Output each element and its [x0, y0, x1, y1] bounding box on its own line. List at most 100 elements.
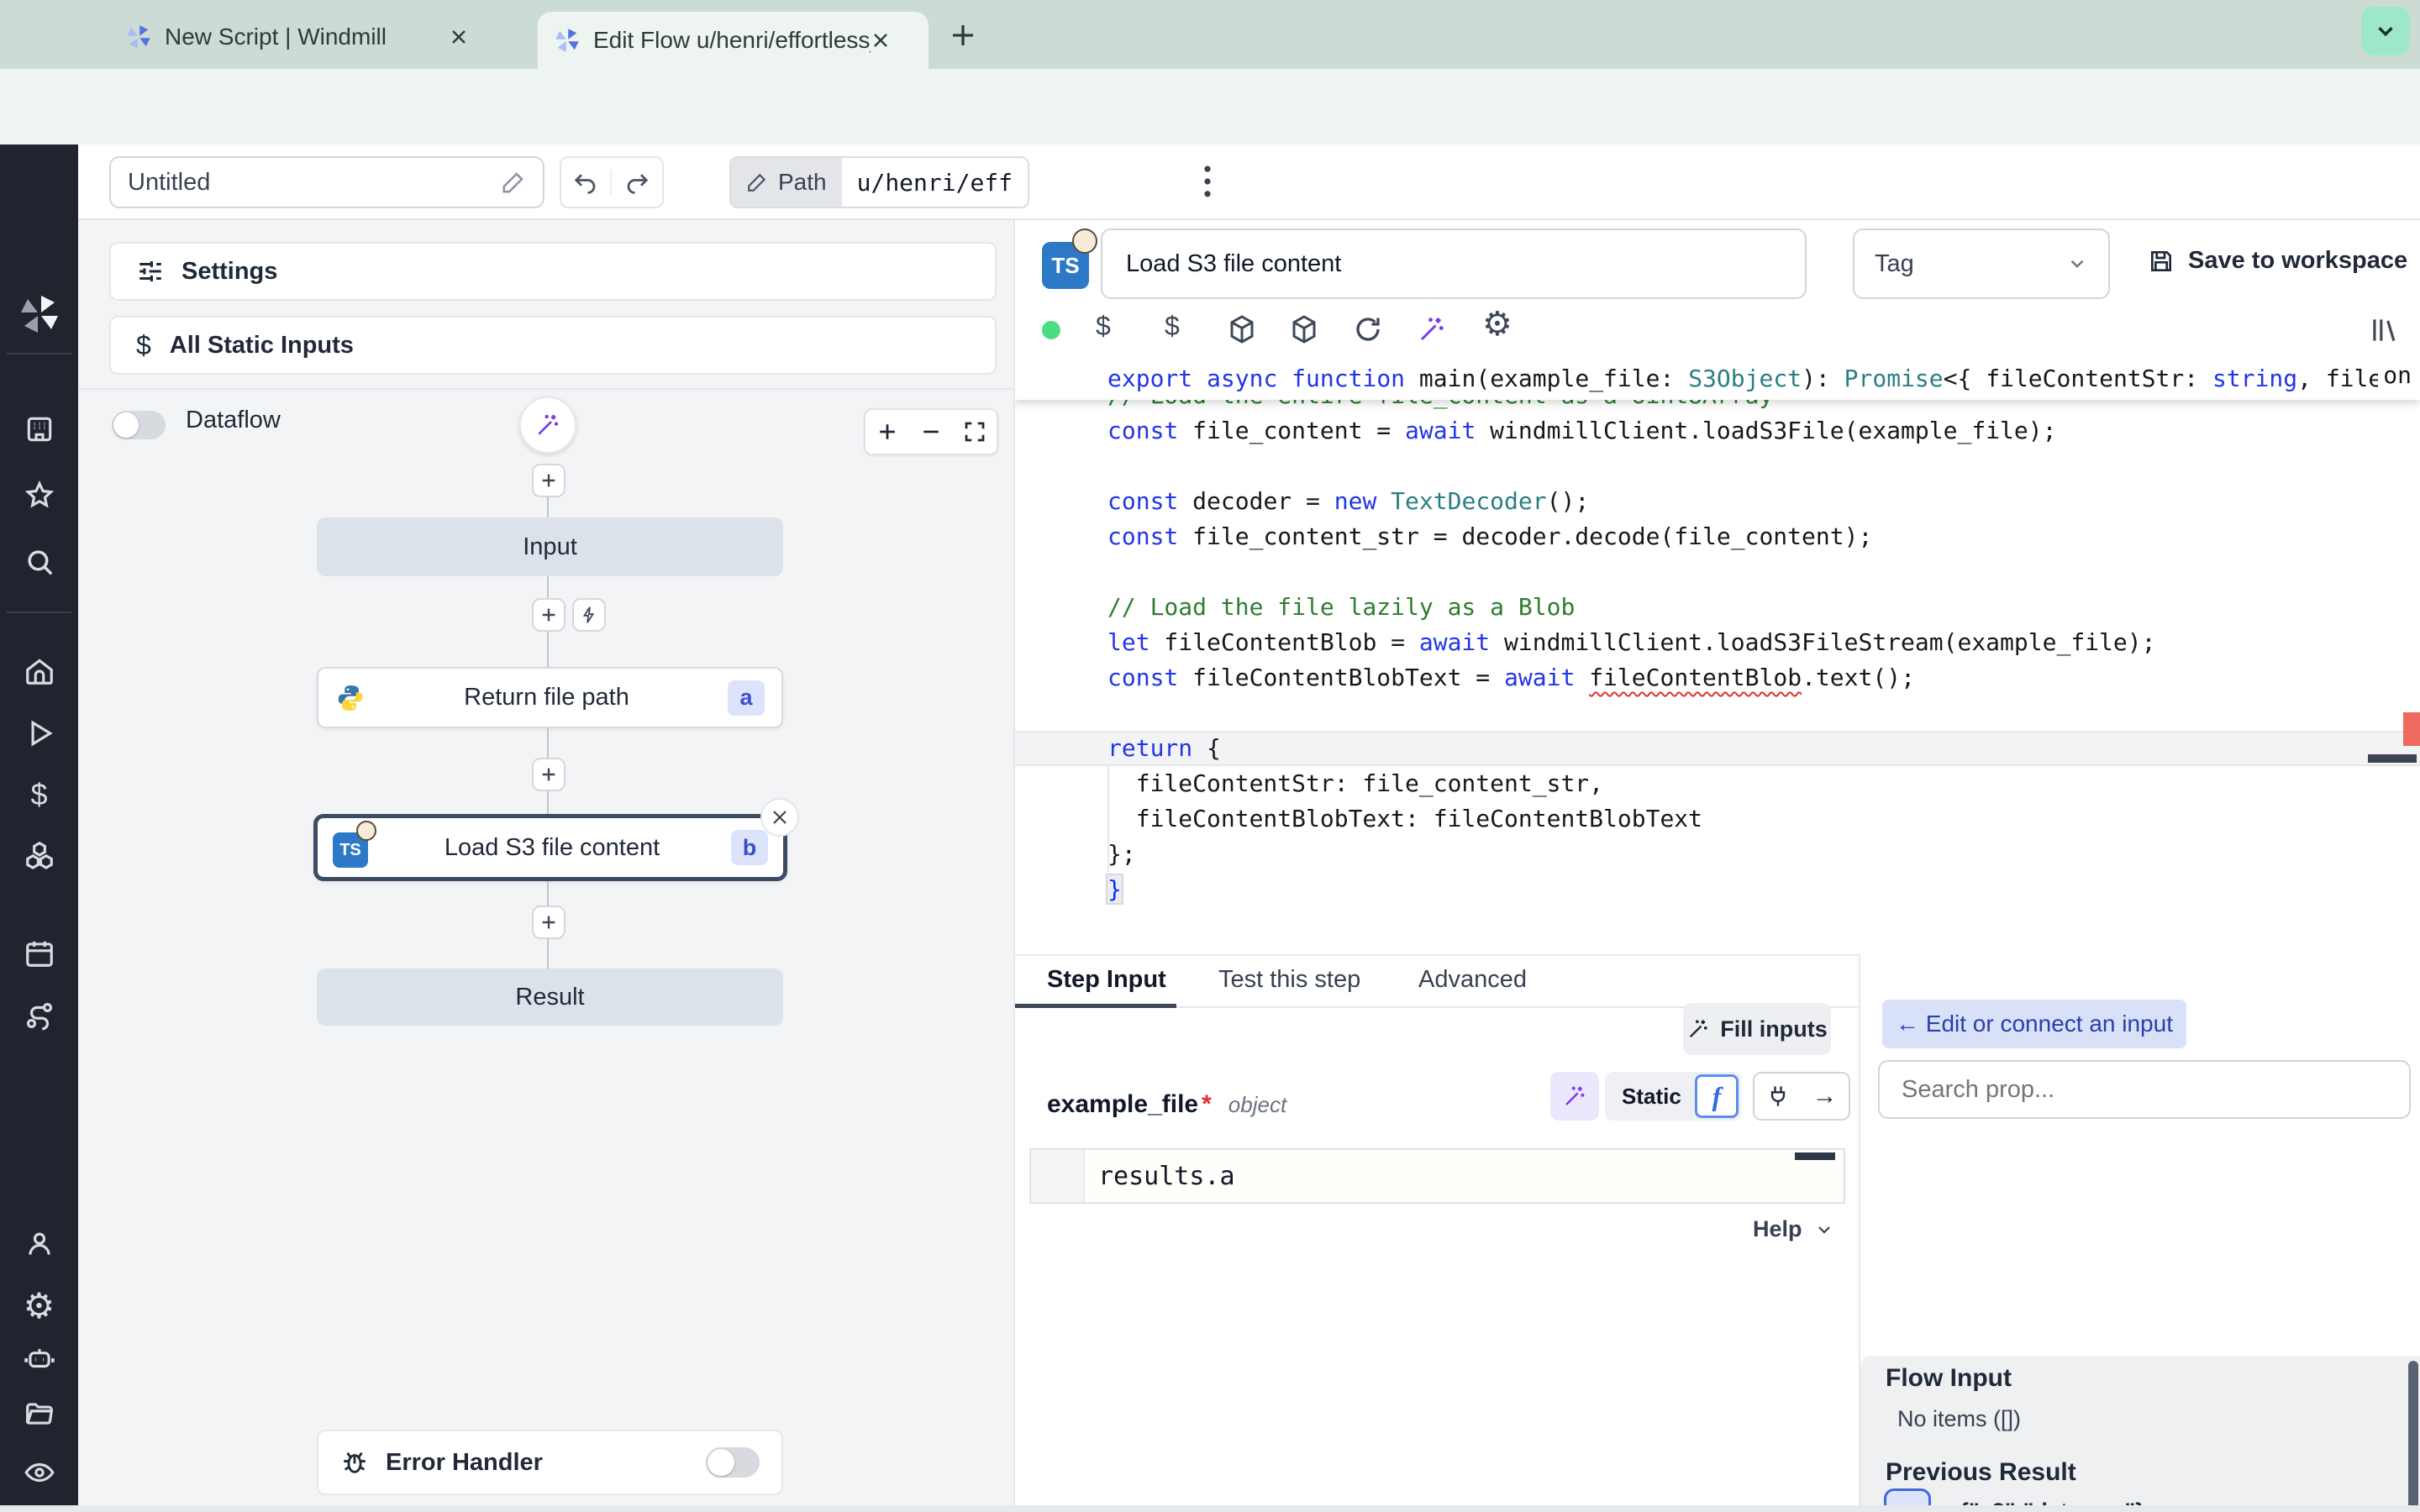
- code-line[interactable]: [1015, 554, 2420, 590]
- add-step-button[interactable]: [532, 464, 566, 497]
- static-mode-label[interactable]: Static: [1622, 1084, 1681, 1110]
- fill-inputs-button[interactable]: Fill inputs: [1683, 1003, 1831, 1055]
- close-icon[interactable]: [449, 27, 469, 47]
- code-line[interactable]: return {: [1015, 731, 2420, 766]
- wrapped-fragment: on: [2378, 361, 2412, 389]
- tag-select[interactable]: Tag: [1853, 228, 2110, 299]
- search-icon[interactable]: [0, 546, 78, 578]
- code-line[interactable]: [1015, 696, 2420, 731]
- previous-result-title: Previous Result: [1886, 1458, 2076, 1487]
- reload-script-icon[interactable]: [1353, 314, 1383, 344]
- help-toggle[interactable]: Help: [1753, 1216, 1834, 1242]
- code-line[interactable]: const fileContentBlobText = await fileCo…: [1015, 660, 2420, 696]
- tab-step-input[interactable]: Step Input: [1047, 966, 1166, 994]
- editor-settings-gear-icon[interactable]: ⚙: [1482, 306, 1512, 343]
- node-label: Load S3 file content: [373, 834, 731, 862]
- sidebar-item-workspace[interactable]: [0, 413, 78, 445]
- package-icon[interactable]: [1289, 314, 1319, 344]
- sidebar-item-folders[interactable]: [0, 1398, 78, 1430]
- sidebar-item-favorites[interactable]: [0, 480, 78, 512]
- error-handler-toggle[interactable]: [706, 1447, 760, 1478]
- code-line[interactable]: const decoder = new TextDecoder();: [1015, 484, 2420, 519]
- tab-advanced[interactable]: Advanced: [1418, 966, 1527, 994]
- field-ai-wand-button[interactable]: [1550, 1072, 1599, 1121]
- chevron-down-icon: [2066, 253, 2088, 275]
- tab-test-this-step[interactable]: Test this step: [1218, 966, 1360, 994]
- prop-scrollbar-thumb[interactable]: [2408, 1361, 2418, 1512]
- sidebar-item-resources[interactable]: [0, 839, 78, 871]
- save-to-workspace-button[interactable]: Save to workspace: [2148, 247, 2407, 275]
- javascript-expr-mode-button[interactable]: f: [1695, 1074, 1739, 1118]
- code-line[interactable]: let fileContentBlob = await windmillClie…: [1015, 625, 2420, 660]
- flow-edge: [547, 881, 549, 906]
- search-prop-input[interactable]: [1878, 1060, 2411, 1119]
- code-line[interactable]: fileContentBlobText: fileContentBlobText: [1015, 801, 2420, 837]
- sidebar-item-workers-robot-icon[interactable]: [0, 1342, 78, 1374]
- sidebar-item-variables[interactable]: $: [0, 777, 78, 812]
- code-line[interactable]: };: [1015, 837, 2420, 872]
- expr-editor[interactable]: results.a: [1029, 1148, 1845, 1204]
- code-editor[interactable]: export async function main(example_file:…: [1015, 361, 2420, 954]
- expr-scrollbar-thumb[interactable]: [1795, 1152, 1835, 1160]
- redo-icon[interactable]: [612, 170, 662, 195]
- browser-tab-active[interactable]: Edit Flow u/henri/effortless_fl: [538, 12, 929, 69]
- more-options-icon[interactable]: [1191, 158, 1224, 205]
- chrome-panel-chevron-button[interactable]: [2361, 7, 2410, 55]
- resources-dollar-icon[interactable]: $: [1165, 311, 1180, 342]
- flow-settings-button[interactable]: Settings: [109, 242, 997, 301]
- flow-node-input[interactable]: Input: [317, 517, 783, 576]
- code-line[interactable]: fileContentStr: file_content_str,: [1015, 766, 2420, 801]
- sidebar-item-users[interactable]: [0, 1228, 78, 1260]
- browser-tab-inactive[interactable]: New Script | Windmill: [126, 12, 513, 62]
- sidebar-item-home[interactable]: [0, 655, 78, 687]
- sidebar-item-settings-gear-icon[interactable]: ⚙: [0, 1285, 78, 1326]
- code-line[interactable]: const file_content = await windmillClien…: [1015, 413, 2420, 449]
- error-handler-row[interactable]: Error Handler: [317, 1430, 783, 1495]
- connect-input-group: →: [1753, 1072, 1850, 1121]
- plug-icon[interactable]: [1766, 1084, 1790, 1108]
- code-line[interactable]: const file_content_str = decoder.decode(…: [1015, 519, 2420, 554]
- path-group[interactable]: Path u/henri/eff: [729, 156, 1029, 208]
- edit-or-connect-button[interactable]: ← Edit or connect an input: [1882, 1000, 2186, 1048]
- sidenav: $ ⚙ →: [0, 144, 78, 1512]
- sidebar-item-runs[interactable]: [0, 717, 78, 749]
- zoom-out-icon[interactable]: [918, 419, 944, 444]
- flow-node-step-a[interactable]: Return file path a: [317, 667, 783, 728]
- zoom-in-icon[interactable]: [875, 419, 900, 444]
- flow-node-result[interactable]: Result: [317, 969, 783, 1026]
- add-step-button[interactable]: [532, 758, 566, 791]
- pencil-icon[interactable]: [501, 170, 526, 195]
- flow-ai-wand-button[interactable]: [519, 396, 576, 454]
- code-sticky-line: export async function main(example_file:…: [1015, 361, 2420, 400]
- all-static-inputs-button[interactable]: $ All Static Inputs: [109, 316, 997, 375]
- step-title-input[interactable]: Load S3 file content: [1101, 228, 1807, 299]
- new-tab-icon[interactable]: [948, 20, 978, 50]
- arrow-right-icon[interactable]: →: [1812, 1082, 1838, 1110]
- sidebar-item-audit-eye-icon[interactable]: [0, 1457, 78, 1488]
- library-icon[interactable]: [2368, 314, 2400, 346]
- tab-title: New Script | Windmill: [165, 24, 442, 50]
- ai-wand-icon[interactable]: [1417, 314, 1447, 344]
- dataflow-toggle[interactable]: [112, 411, 166, 439]
- add-step-button[interactable]: [532, 906, 566, 939]
- flow-input-empty: No items ([]): [1897, 1406, 2021, 1432]
- code-line[interactable]: // Load the file lazily as a Blob: [1015, 590, 2420, 625]
- flow-name-input[interactable]: Untitled: [109, 156, 544, 208]
- variables-dollar-icon[interactable]: $: [1096, 311, 1111, 342]
- error-overview-marker: [2403, 712, 2420, 746]
- sidebar-item-routes[interactable]: [0, 1000, 78, 1032]
- windmill-logo-icon[interactable]: [0, 294, 78, 334]
- code-line[interactable]: [1015, 449, 2420, 484]
- add-step-button[interactable]: [532, 598, 566, 632]
- remove-step-button[interactable]: [760, 798, 799, 837]
- editor-scrollbar-thumb[interactable]: [2368, 754, 2417, 763]
- undo-icon[interactable]: [561, 170, 612, 195]
- path-label-chip: Path: [731, 158, 842, 207]
- package-icon[interactable]: [1227, 314, 1257, 344]
- sidebar-item-schedules[interactable]: [0, 937, 78, 969]
- fit-view-icon[interactable]: [962, 419, 987, 444]
- add-trigger-lightning-icon[interactable]: [572, 598, 606, 632]
- code-line[interactable]: }: [1015, 872, 2420, 907]
- close-icon[interactable]: [871, 30, 891, 50]
- flow-node-step-b-selected[interactable]: TS Load S3 file content b: [313, 814, 787, 881]
